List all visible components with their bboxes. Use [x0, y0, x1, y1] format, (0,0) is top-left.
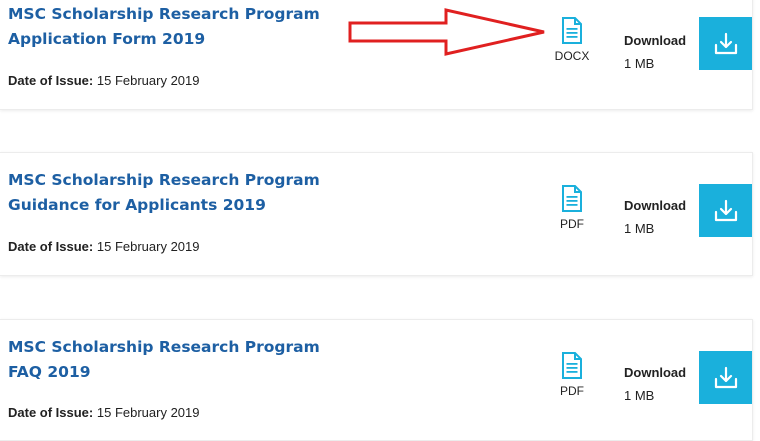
- download-label: Download: [624, 365, 687, 380]
- file-type: PDF: [548, 185, 596, 231]
- issue-date: Date of Issue: 15 February 2019: [8, 239, 200, 254]
- document-title-link[interactable]: MSC Scholarship Research Program Applica…: [8, 2, 338, 52]
- document-card: MSC Scholarship Research Program FAQ 201…: [0, 319, 753, 441]
- document-card: MSC Scholarship Research Program Guidanc…: [0, 152, 753, 276]
- issue-date: Date of Issue: 15 February 2019: [8, 405, 200, 420]
- file-size: 1 MB: [624, 56, 655, 71]
- red-arrow-icon: [348, 8, 545, 56]
- download-icon: [714, 199, 737, 221]
- issue-date-value: 15 February 2019: [96, 239, 200, 254]
- document-icon: [562, 17, 582, 44]
- download-info: Download 1 MB: [624, 194, 686, 240]
- issue-date: Date of Issue: 15 February 2019: [8, 73, 200, 88]
- download-button[interactable]: [699, 351, 752, 404]
- download-icon: [714, 32, 737, 54]
- file-type: DOCX: [548, 17, 596, 63]
- download-info: Download 1 MB: [624, 29, 686, 75]
- document-title-link[interactable]: MSC Scholarship Research Program FAQ 201…: [8, 335, 338, 385]
- file-type: PDF: [548, 352, 596, 398]
- document-icon: [562, 352, 582, 379]
- download-button[interactable]: [699, 184, 752, 237]
- issue-date-value: 15 February 2019: [96, 405, 200, 420]
- file-size: 1 MB: [624, 388, 655, 403]
- file-type-label: PDF: [560, 217, 584, 231]
- download-label: Download: [624, 33, 687, 48]
- file-size: 1 MB: [624, 221, 655, 236]
- document-title-link[interactable]: MSC Scholarship Research Program Guidanc…: [8, 168, 338, 218]
- issue-date-label: Date of Issue:: [8, 239, 94, 254]
- issue-date-value: 15 February 2019: [96, 73, 200, 88]
- document-icon: [562, 185, 582, 212]
- file-type-label: DOCX: [554, 49, 590, 63]
- download-button[interactable]: [699, 17, 752, 70]
- issue-date-label: Date of Issue:: [8, 405, 94, 420]
- download-icon: [714, 366, 737, 388]
- download-info: Download 1 MB: [624, 361, 686, 407]
- issue-date-label: Date of Issue:: [8, 73, 94, 88]
- download-label: Download: [624, 198, 687, 213]
- file-type-label: PDF: [560, 384, 584, 398]
